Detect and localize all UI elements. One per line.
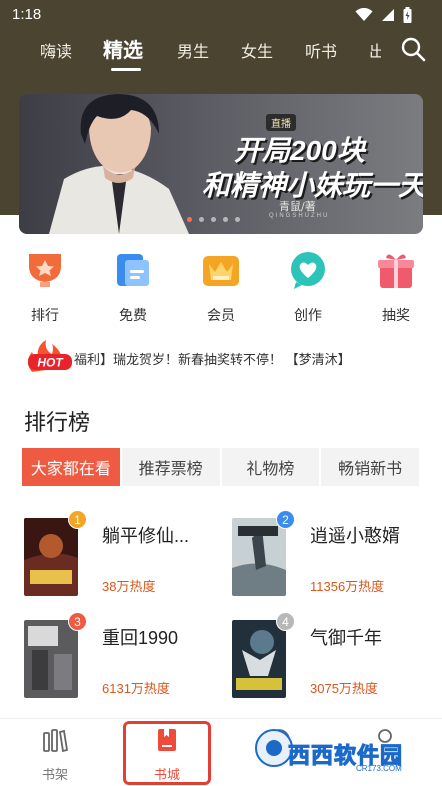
ranking-tab-popular[interactable]: 大家都在看 [22,448,120,486]
book-item[interactable]: 4 气御千年 3075万热度 [232,612,432,700]
book-title: 逍遥小憨婿 [310,526,400,546]
quick-links: 排行 免费 会员 创作 抽奖 [0,250,442,325]
notice-ticker[interactable]: HOT 福利】瑞龙贺岁！新春抽奖转不停！ 【梦清沐】 [22,338,422,374]
watermark-subtext: CR173.COM [356,764,402,773]
book-item[interactable]: 1 躺平修仙... 38万热度 [24,510,224,598]
bookshelf-icon [43,729,69,753]
tab-featured[interactable]: 精选 [103,34,143,63]
book-title: 气御千年 [310,628,382,648]
tab-active-indicator [111,68,141,71]
watermark: 西西软件园 CR173.COM [248,720,428,776]
heart-chat-icon [291,252,325,289]
banner-dot[interactable] [223,217,228,222]
ranking-tab-gift[interactable]: 礼物榜 [221,448,320,486]
status-time: 1:18 [12,6,42,23]
wifi-icon [355,8,373,21]
quick-link-label: 创作 [294,307,322,323]
status-bar: 1:18 [0,0,442,30]
hot-badge: HOT [28,340,72,372]
ranking-tab-new[interactable]: 畅销新书 [321,448,419,486]
book-item[interactable]: 3 重回1990 6131万热度 [24,612,224,700]
gift-icon [378,254,414,288]
book-heat: 11356万热度 [310,579,385,594]
banner-headline-1: 开局200块 [234,135,365,166]
tab-audiobook[interactable]: 听书 [305,38,337,62]
quick-link-create[interactable]: 创作 [278,250,338,325]
trophy-icon [29,254,61,287]
ranking-tabs: 大家都在看 推荐票榜 礼物榜 畅销新书 [22,448,419,486]
top-nav: 嗨读 精选 男生 女生 听书 出 [0,30,442,71]
book-cover[interactable] [232,620,286,698]
status-icons [355,7,412,23]
quick-link-free[interactable]: 免费 [103,250,163,325]
book-cover[interactable] [24,518,78,596]
search-icon[interactable] [400,36,426,62]
banner-author: 青鼠/著 [279,200,316,213]
banner-pagination [187,217,240,222]
banner-dot[interactable] [211,217,216,222]
battery-icon [403,7,412,23]
banner-dot[interactable] [187,217,192,222]
book-title: 躺平修仙... [102,526,190,546]
bottom-nav-bookshelf[interactable]: 书架 [15,727,95,783]
book-title: 重回1990 [102,628,179,648]
banner-pinyin: QINGSHUZHU [269,213,330,219]
book-cover[interactable] [24,620,78,698]
book-cover[interactable] [232,518,286,596]
notice-text: 福利】瑞龙贺岁！新春抽奖转不停！ 【梦清沐】 [74,352,351,367]
quick-link-label: 会员 [207,307,235,323]
quick-link-lottery[interactable]: 抽奖 [366,250,426,325]
banner-dot[interactable] [235,217,240,222]
book-free-icon [117,254,149,286]
book-heat: 38万热度 [102,579,156,594]
crown-icon [203,256,239,286]
bottom-nav-focus-highlight [123,721,211,785]
book-rank-badge: 1 [68,510,87,529]
quick-link-label: 排行 [31,307,59,323]
tab-female[interactable]: 女生 [241,38,273,62]
tab-male[interactable]: 男生 [177,38,209,62]
quick-link-label: 免费 [119,307,147,323]
book-item[interactable]: 2 逍遥小憨婿 11356万热度 [232,510,432,598]
ranking-title: 排行榜 [24,410,91,435]
tab-haidu[interactable]: 嗨读 [40,38,72,62]
banner-dot[interactable] [199,217,204,222]
tab-publish[interactable]: 出 [369,38,381,62]
hot-badge-label: HOT [37,356,64,370]
book-rank-badge: 3 [68,612,87,631]
bottom-nav-label: 书架 [41,767,68,782]
banner-character-illustration [49,94,189,234]
promo-banner[interactable]: 直播 开局200块 和精神小妹玩一天 青鼠/著 QINGSHUZHU [19,94,423,234]
quick-link-label: 抽奖 [382,307,410,323]
ranking-tab-recommend[interactable]: 推荐票榜 [121,448,220,486]
quick-link-vip[interactable]: 会员 [191,250,251,325]
book-rank-badge: 4 [276,612,295,631]
book-heat: 3075万热度 [310,681,378,696]
quick-link-ranking[interactable]: 排行 [15,250,75,325]
book-rank-badge: 2 [276,510,295,529]
signal-icon [382,9,394,21]
book-heat: 6131万热度 [102,681,170,696]
